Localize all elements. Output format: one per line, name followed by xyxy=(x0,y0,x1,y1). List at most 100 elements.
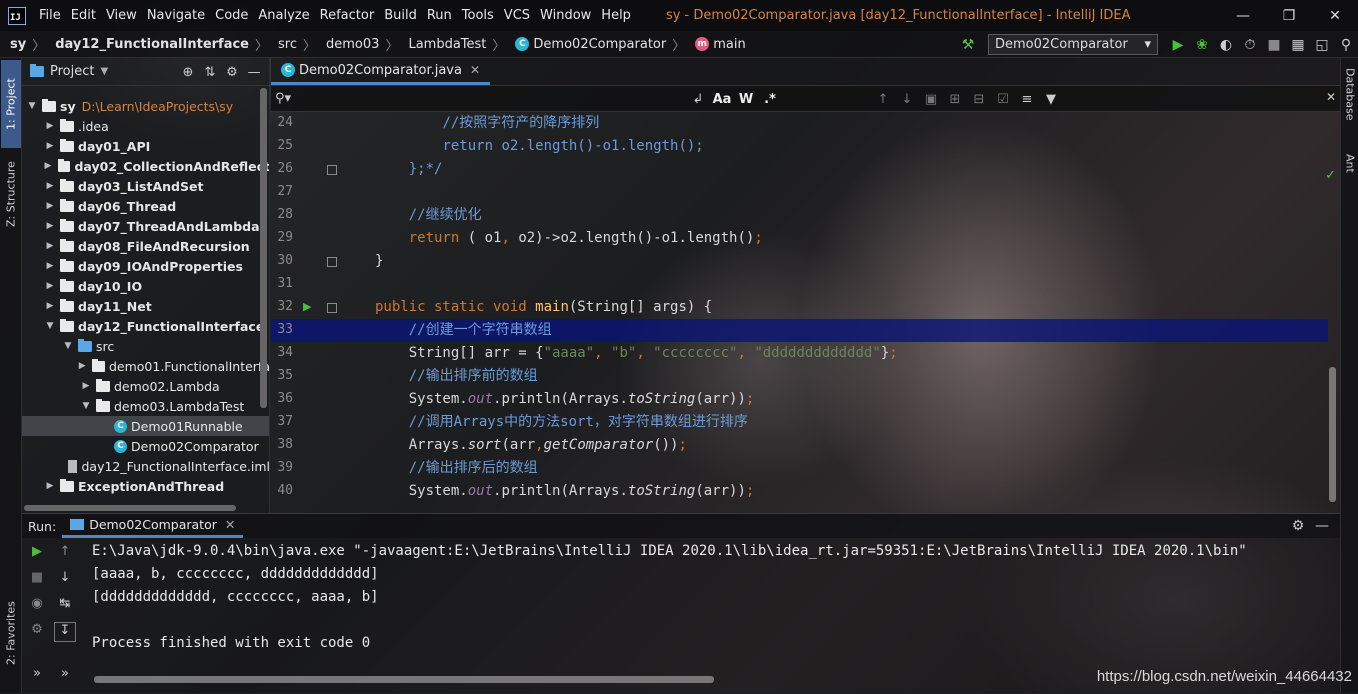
filter-icon[interactable]: ▼ xyxy=(1039,92,1063,107)
run-icon[interactable]: ▶ xyxy=(1166,34,1190,56)
expanded-arrow-icon[interactable]: ▼ xyxy=(62,341,74,351)
expanded-arrow-icon[interactable]: ▼ xyxy=(26,101,38,111)
hide-icon[interactable]: — xyxy=(1310,515,1334,537)
menu-edit[interactable]: Edit xyxy=(66,8,101,23)
collapsed-arrow-icon[interactable]: ▶ xyxy=(44,301,56,311)
expand-icon[interactable]: » xyxy=(54,666,76,686)
run-gutter-icon[interactable]: ▶ xyxy=(303,300,311,313)
console-output[interactable]: E:\Java\jdk-9.0.4\bin\java.exe "-javaage… xyxy=(92,540,1332,680)
select-all-occurrences-icon[interactable]: ▣ xyxy=(919,92,943,107)
coverage-icon[interactable]: ◐ xyxy=(1214,34,1238,56)
tree-item[interactable]: ▼day12_FunctionalInterface xyxy=(22,316,269,336)
profile-icon[interactable]: ⏱ xyxy=(1238,34,1262,56)
search-icon[interactable]: ⚲▾ xyxy=(271,91,295,106)
menu-run[interactable]: Run xyxy=(422,8,457,23)
collapsed-arrow-icon[interactable]: ▶ xyxy=(44,201,56,211)
select-occurrences-icon[interactable]: ☑ xyxy=(991,92,1015,107)
code-area[interactable]: ✓ 24 //按照字符产的降序排列25 return o2.length()-o… xyxy=(271,112,1340,511)
tree-item[interactable]: CDemo02Comparator xyxy=(22,436,269,456)
menu-tools[interactable]: Tools xyxy=(457,8,499,23)
tree-item[interactable]: ▶day03_ListAndSet xyxy=(22,176,269,196)
stop-icon[interactable]: ■ xyxy=(1262,34,1286,56)
tree-item[interactable]: ▶day07_ThreadAndLambda xyxy=(22,216,269,236)
camera-icon[interactable]: ◉ xyxy=(26,596,48,616)
locate-icon[interactable]: ⊕ xyxy=(177,65,199,80)
scroll-down-icon[interactable]: ↓ xyxy=(54,570,76,590)
collapsed-arrow-icon[interactable]: ▶ xyxy=(42,161,53,171)
expand-icon[interactable]: » xyxy=(26,666,48,686)
breadcrumb-package-lambdatest[interactable]: LambdaTest xyxy=(398,37,488,52)
tab-ant[interactable]: Ant xyxy=(1342,154,1358,194)
tree-horizontal-scrollbar[interactable] xyxy=(24,505,236,511)
previous-occurrence-icon[interactable]: ↑ xyxy=(871,92,895,107)
restore-icon[interactable]: ❐ xyxy=(1266,0,1312,31)
tree-item[interactable]: ▶day06_Thread xyxy=(22,196,269,216)
run-tab-demo02comparator[interactable]: Demo02Comparator ✕ xyxy=(62,514,243,538)
tree-item[interactable]: ▶day09_IOAndProperties xyxy=(22,256,269,276)
next-occurrence-icon[interactable]: ↓ xyxy=(895,92,919,107)
menu-vcs[interactable]: VCS xyxy=(499,8,535,23)
menu-code[interactable]: Code xyxy=(210,8,253,23)
tree-item[interactable]: ▶day11_Net xyxy=(22,296,269,316)
tree-item[interactable]: ▼syD:\Learn\IdeaProjects\sy xyxy=(22,96,269,116)
stop-icon[interactable]: ■ xyxy=(26,570,48,590)
search-icon[interactable]: ⚲ xyxy=(1334,34,1358,56)
close-run-tab-icon[interactable]: ✕ xyxy=(225,517,235,532)
chevron-down-icon[interactable]: ▼ xyxy=(100,66,108,77)
add-occurrence-icon[interactable]: ⊞ xyxy=(943,92,967,107)
breadcrumb-module[interactable]: day12_FunctionalInterface xyxy=(45,37,251,52)
menu-file[interactable]: File xyxy=(34,8,66,23)
close-find-icon[interactable]: ✕ xyxy=(1326,90,1336,104)
tree-item[interactable]: ▶day10_IO xyxy=(22,276,269,296)
menu-help[interactable]: Help xyxy=(596,8,636,23)
menu-analyze[interactable]: Analyze xyxy=(253,8,314,23)
collapse-all-icon[interactable]: ⇅ xyxy=(199,65,221,80)
rerun-icon[interactable]: ▶ xyxy=(26,544,48,564)
tree-item[interactable]: CDemo01Runnable xyxy=(22,416,269,436)
fold-icon[interactable] xyxy=(327,303,337,313)
gear-icon[interactable]: ⚙ xyxy=(1286,515,1310,537)
close-icon[interactable]: ✕ xyxy=(1312,0,1358,31)
fold-icon[interactable] xyxy=(327,165,337,175)
tree-item[interactable]: ▶demo02.Lambda xyxy=(22,376,269,396)
expanded-arrow-icon[interactable]: ▼ xyxy=(44,321,56,331)
menu-refactor[interactable]: Refactor xyxy=(315,8,380,23)
expanded-arrow-icon[interactable]: ▼ xyxy=(80,401,92,411)
regex-toggle[interactable]: .* xyxy=(758,92,782,107)
tree-vertical-scrollbar[interactable] xyxy=(260,88,267,408)
debug-icon[interactable]: ❀ xyxy=(1190,34,1214,56)
project-panel-title[interactable]: Project xyxy=(50,64,94,79)
tab-structure[interactable]: Z: Structure xyxy=(1,154,21,234)
collapsed-arrow-icon[interactable]: ▶ xyxy=(80,381,92,391)
gear-icon[interactable]: ⚙ xyxy=(221,65,243,80)
tree-item[interactable]: ▼src xyxy=(22,336,269,356)
scroll-to-end-icon[interactable]: ↧ xyxy=(54,622,76,642)
search-everywhere-icon[interactable]: ◱ xyxy=(1310,34,1334,56)
menu-view[interactable]: View xyxy=(101,8,142,23)
tree-item[interactable]: ▶day02_CollectionAndReflect xyxy=(22,156,269,176)
breadcrumb-src[interactable]: src xyxy=(268,37,299,52)
collapsed-arrow-icon[interactable]: ▶ xyxy=(44,481,56,491)
scroll-up-icon[interactable]: ↑ xyxy=(54,544,76,564)
console-horizontal-scrollbar[interactable] xyxy=(94,676,714,683)
remove-occurrence-icon[interactable]: ⊟ xyxy=(967,92,991,107)
tab-demo02comparator-java[interactable]: C Demo02Comparator.java ✕ xyxy=(271,58,490,85)
collapsed-arrow-icon[interactable]: ▶ xyxy=(77,361,88,371)
tree-item[interactable]: day12_FunctionalInterface.iml xyxy=(22,456,269,476)
collapsed-arrow-icon[interactable]: ▶ xyxy=(44,121,56,131)
whole-words-toggle[interactable]: W xyxy=(734,92,758,107)
soft-wrap-icon[interactable]: ↹ xyxy=(54,596,76,616)
build-hammer-icon[interactable]: ⚒ xyxy=(956,34,980,56)
collapsed-arrow-icon[interactable]: ▶ xyxy=(44,181,56,191)
match-case-toggle[interactable]: Aa xyxy=(710,92,734,107)
tab-project[interactable]: 1: Project xyxy=(1,60,21,148)
menu-build[interactable]: Build xyxy=(379,8,422,23)
menu-window[interactable]: Window xyxy=(535,8,596,23)
run-configuration-dropdown[interactable]: Demo02Comparator ▾ xyxy=(988,34,1158,55)
menu-navigate[interactable]: Navigate xyxy=(142,8,210,23)
minimize-icon[interactable]: — xyxy=(1220,0,1266,31)
tab-database[interactable]: Database xyxy=(1342,68,1358,148)
close-tab-icon[interactable]: ✕ xyxy=(470,63,480,77)
tree-item[interactable]: ▶.idea xyxy=(22,116,269,136)
tree-item[interactable]: ▼demo03.LambdaTest xyxy=(22,396,269,416)
